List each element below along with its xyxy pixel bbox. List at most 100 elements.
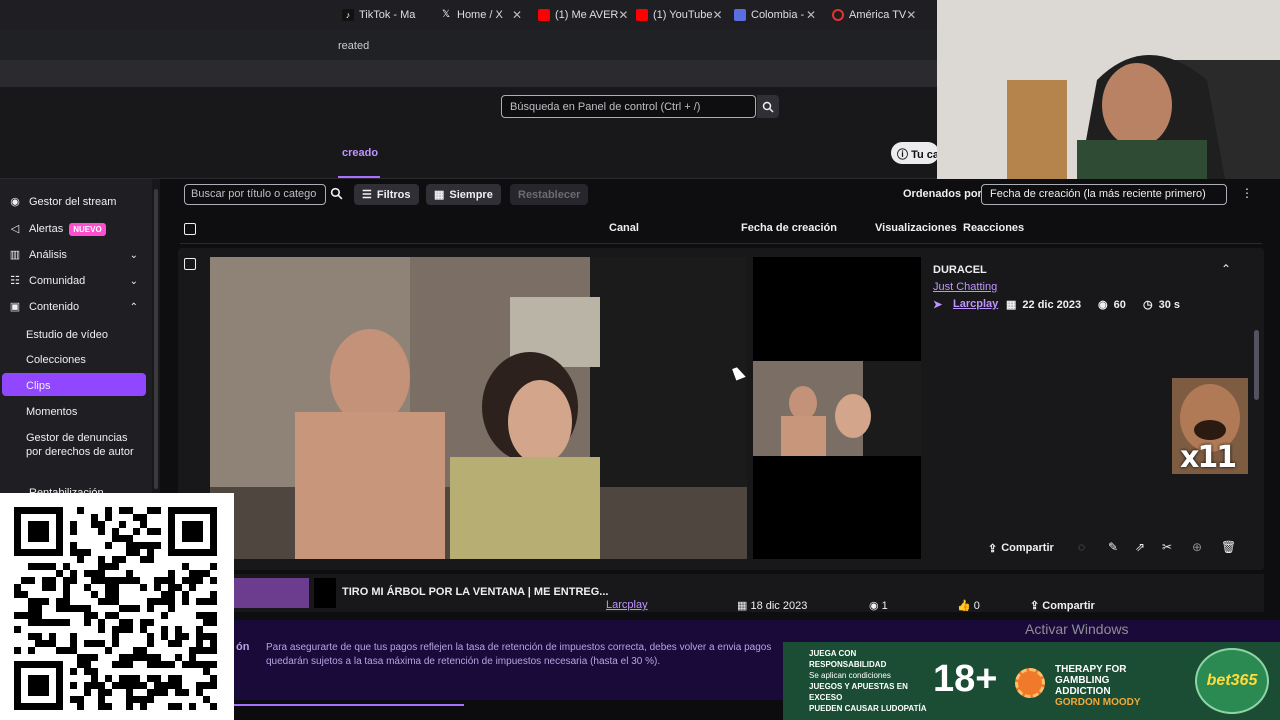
row-checkbox[interactable] (184, 258, 196, 270)
browser-tab[interactable]: América TV ✕ (824, 0, 922, 30)
filters-button[interactable]: ☰ Filtros (354, 184, 419, 205)
sidebar-item-stream-manager[interactable]: ◉ Gestor del stream (0, 191, 152, 213)
qr-module (98, 640, 105, 647)
qr-module (98, 696, 105, 703)
qr-module (42, 598, 49, 605)
info-icon: ⓘ (897, 149, 912, 161)
row2-thumbnail[interactable] (234, 578, 309, 608)
sidebar-item-analytics[interactable]: ▥ Análisis ⌄ (0, 244, 152, 266)
search-icon[interactable] (330, 187, 343, 205)
qr-module (196, 689, 203, 696)
qr-module (91, 570, 98, 577)
search-button[interactable] (757, 95, 779, 118)
column-header-date[interactable]: Fecha de creación (741, 222, 837, 234)
browser-tab[interactable]: Colombia - ✕ (726, 0, 824, 30)
share-icon: ⇪ (1030, 600, 1043, 612)
clip-category-link[interactable]: Just Chatting (933, 281, 997, 293)
qr-module (203, 661, 210, 668)
qr-module (98, 521, 105, 528)
gambling-ad[interactable]: JUEGA CON RESPONSABILIDAD Se aplican con… (783, 642, 1280, 720)
reset-button[interactable]: Restablecer (510, 184, 589, 205)
qr-module (98, 689, 105, 696)
qr-module (56, 619, 63, 626)
qr-module (112, 556, 119, 563)
qr-module (210, 612, 217, 619)
qr-module (56, 570, 63, 577)
qr-module (105, 584, 112, 591)
close-tab-icon[interactable]: ✕ (806, 8, 816, 22)
qr-module (168, 675, 175, 682)
qr-module (147, 640, 154, 647)
qr-module (154, 654, 161, 661)
qr-module (147, 528, 154, 535)
qr-module (154, 528, 161, 535)
clock-icon: ◷ (1143, 299, 1153, 311)
close-tab-icon[interactable]: ✕ (713, 8, 723, 22)
tab-created[interactable]: creado (342, 147, 378, 159)
close-tab-icon[interactable]: ✕ (512, 8, 522, 22)
trash-icon[interactable]: 🗑 (1221, 540, 1236, 554)
sidebar-item-community[interactable]: ☷ Comunidad ⌄ (0, 270, 152, 292)
dashboard-search-input[interactable]: Búsqueda en Panel de control (Ctrl + /) (501, 95, 756, 118)
chevron-up-icon[interactable]: ⌃ (1221, 262, 1231, 276)
qr-module (42, 640, 49, 647)
browser-tab[interactable]: ♪ TikTok - Ma (334, 0, 432, 30)
qr-module (126, 661, 133, 668)
more-options-icon[interactable]: ⋮ (1241, 186, 1253, 200)
qr-module (119, 535, 126, 542)
edit-icon[interactable]: ✎ (1108, 540, 1118, 554)
close-tab-icon[interactable]: ✕ (618, 8, 628, 22)
clip-search-input[interactable]: Buscar por título o catego (184, 184, 326, 205)
qr-module (168, 640, 175, 647)
column-header-reactions[interactable]: Reacciones (963, 222, 1024, 234)
clip-video-player[interactable] (210, 257, 747, 559)
add-icon[interactable]: ⊕ (1192, 540, 1202, 554)
sidebar-subitem-video-studio[interactable]: Estudio de vídeo (26, 328, 138, 342)
browser-tab[interactable]: 𝕏 Home / X ✕ (432, 0, 530, 30)
external-link-icon[interactable]: ⇗ (1135, 540, 1145, 554)
qr-module (119, 619, 126, 626)
qr-module (35, 640, 42, 647)
qr-module (70, 549, 77, 556)
qr-module (77, 661, 84, 668)
qr-module (196, 577, 203, 584)
loop-icon[interactable]: ◌ (1078, 540, 1085, 554)
sidebar-item-content[interactable]: ▣ Contenido ⌃ (0, 296, 152, 318)
time-range-button[interactable]: ▦ Siempre (426, 184, 501, 205)
share-button[interactable]: ⇪ Compartir (988, 538, 1054, 558)
chart-icon: ▥ (9, 249, 21, 261)
qr-module (203, 668, 210, 675)
browser-tab[interactable]: (1) Me AVER ✕ (530, 0, 628, 30)
qr-module (175, 703, 182, 710)
qr-module (126, 654, 133, 661)
qr-module (210, 647, 217, 654)
browser-tab[interactable]: (1) YouTube ✕ (628, 0, 726, 30)
sidebar-subitem-moments[interactable]: Momentos (26, 405, 138, 419)
your-channel-button[interactable]: ⓘ Tu ca (891, 142, 939, 164)
sidebar-item-alerts[interactable]: ◁ Alertas NUEVO (0, 218, 152, 240)
sidebar-subitem-collections[interactable]: Colecciones (26, 353, 138, 367)
column-header-channel[interactable]: Canal (609, 222, 639, 234)
clip-row[interactable] (178, 574, 1264, 612)
sort-select[interactable]: Fecha de creación (la más reciente prime… (981, 184, 1227, 205)
clip-channel-link[interactable]: Larcplay (953, 298, 998, 310)
clip-row-share-button[interactable]: ⇪ Compartir (1030, 599, 1095, 612)
scissors-icon[interactable]: ✂ (1162, 540, 1172, 554)
qr-module (91, 514, 98, 521)
qr-module (147, 549, 154, 556)
qr-module (119, 556, 126, 563)
sidebar-subitem-clips[interactable]: Clips (26, 379, 138, 393)
qr-module (126, 570, 133, 577)
ad-therapy: THERAPY FOR GAMBLING ADDICTION GORDON MOO… (1055, 664, 1141, 708)
clip-thumbnail[interactable] (753, 361, 921, 456)
main-scrollbar[interactable] (1254, 330, 1259, 400)
qr-module (14, 612, 21, 619)
qr-module (126, 619, 133, 626)
clip-row-channel[interactable]: Larcplay (606, 599, 648, 611)
qr-module (28, 563, 35, 570)
column-header-views[interactable]: Visualizaciones (875, 222, 957, 234)
select-all-checkbox[interactable] (184, 223, 196, 235)
scroll-thumb[interactable] (154, 189, 158, 489)
sidebar-subitem-copyright[interactable]: Gestor de denuncias por derechos de auto… (26, 431, 138, 459)
close-tab-icon[interactable]: ✕ (906, 8, 916, 22)
